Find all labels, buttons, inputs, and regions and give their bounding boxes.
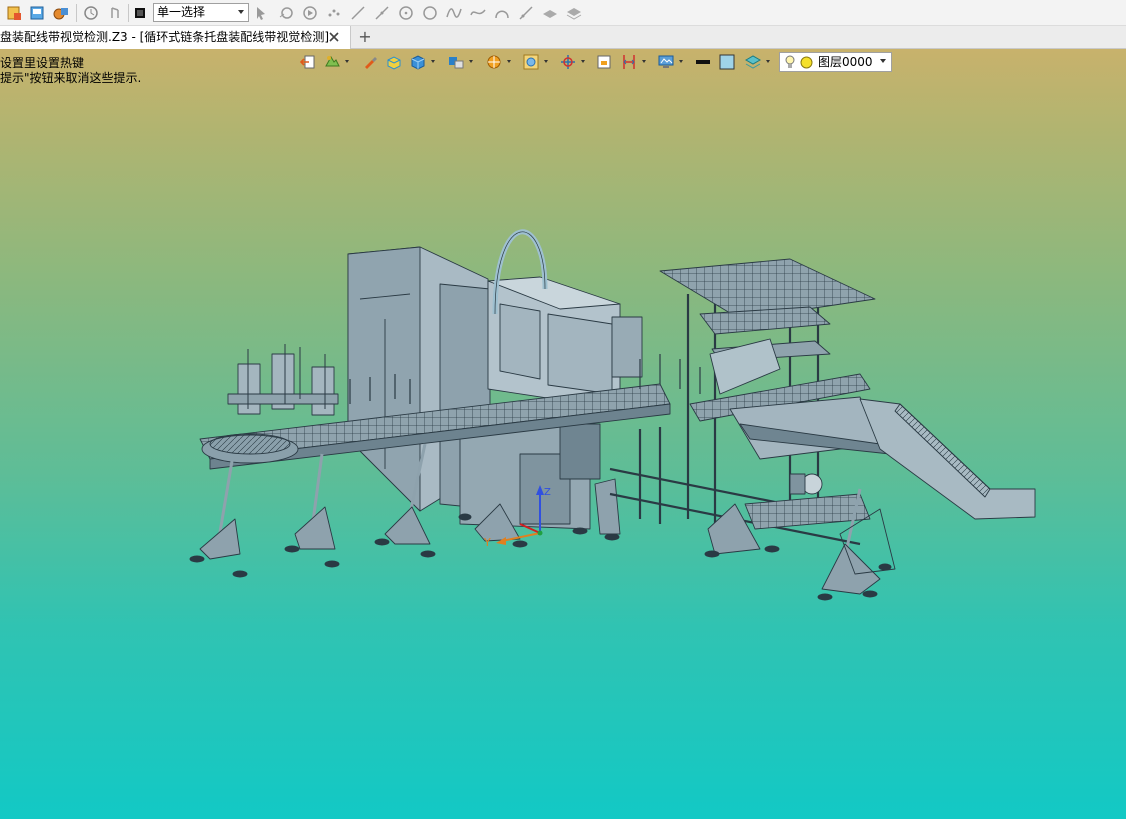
close-icon[interactable] — [327, 30, 341, 44]
open-file-icon[interactable] — [27, 3, 47, 23]
axis-y-label: Y — [483, 536, 491, 549]
circle-center-icon[interactable] — [396, 3, 416, 23]
assembly-line-model[interactable]: Y Z — [0, 49, 1126, 819]
filter-select-icon[interactable] — [276, 3, 296, 23]
new-file-icon[interactable] — [4, 3, 24, 23]
play-icon[interactable] — [300, 3, 320, 23]
chevron-down-icon — [238, 10, 244, 14]
selection-mode-dropdown[interactable]: 单一选择 — [153, 3, 249, 22]
line-segment-icon[interactable] — [372, 3, 392, 23]
line-icon[interactable] — [348, 3, 368, 23]
selection-mode-value: 单一选择 — [157, 5, 206, 19]
stop-icon[interactable] — [130, 3, 150, 23]
tangent-line-icon[interactable] — [516, 3, 536, 23]
new-tab-button[interactable]: + — [357, 28, 373, 46]
circle-icon[interactable] — [420, 3, 440, 23]
point-icon[interactable] — [324, 3, 344, 23]
arc-icon[interactable] — [492, 3, 512, 23]
spline-icon[interactable] — [444, 3, 464, 23]
layered-surface-icon[interactable] — [564, 3, 584, 23]
pointer-select-icon[interactable] — [251, 3, 271, 23]
redo-icon[interactable] — [105, 3, 125, 23]
axis-z-label: Z — [544, 487, 551, 498]
document-tab[interactable]: 盘装配线带视觉检测.Z3 - [循环式链条托盘装配线带视觉检测] — [0, 26, 351, 49]
document-tab-bar: 盘装配线带视觉检测.Z3 - [循环式链条托盘装配线带视觉检测] + — [0, 26, 1126, 49]
save-file-icon[interactable] — [51, 3, 71, 23]
history-icon[interactable] — [81, 3, 101, 23]
main-toolbar: 单一选择 — [0, 0, 1126, 26]
surface-icon[interactable] — [540, 3, 560, 23]
curve-icon[interactable] — [468, 3, 488, 23]
3d-viewport[interactable]: 设置里设置热键 提示"按钮来取消这些提示. 图层0000 Y Z — [0, 49, 1126, 819]
document-tab-title: 盘装配线带视觉检测.Z3 - [循环式链条托盘装配线带视觉检测] — [0, 30, 329, 44]
